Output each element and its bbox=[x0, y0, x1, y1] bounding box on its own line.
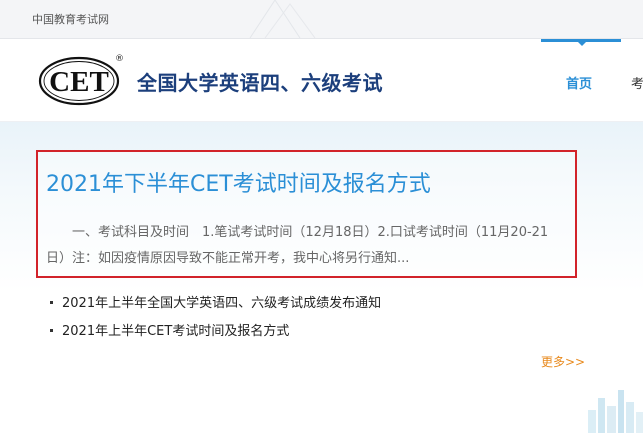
news-item-title[interactable]: 2021年上半年CET考试时间及报名方式 bbox=[62, 324, 289, 339]
decorative-lines bbox=[249, 0, 316, 38]
featured-article-title[interactable]: 2021年下半年CET考试时间及报名方式 bbox=[46, 166, 431, 198]
news-list: 2021年上半年全国大学英语四、六级考试成绩发布通知 2021年上半年CET考试… bbox=[48, 292, 381, 348]
bullet-icon bbox=[50, 329, 53, 332]
logo-text: CET bbox=[49, 66, 109, 98]
nav-active-indicator bbox=[576, 40, 588, 46]
decorative-skyline bbox=[588, 390, 643, 433]
site-name-link[interactable]: 中国教育考试网 bbox=[32, 11, 109, 27]
site-header: CET ® 全国大学英语四、六级考试 首页 考 bbox=[0, 39, 643, 122]
top-bar: 中国教育考试网 bbox=[0, 0, 643, 39]
nav-home-label[interactable]: 首页 bbox=[566, 73, 592, 92]
news-item-title[interactable]: 2021年上半年全国大学英语四、六级考试成绩发布通知 bbox=[62, 296, 381, 311]
nav-next-label[interactable]: 考 bbox=[631, 73, 643, 92]
cet-logo[interactable]: CET bbox=[38, 56, 120, 106]
bullet-icon bbox=[50, 301, 53, 304]
featured-article-summary: 一、考试科目及时间 1.笔试考试时间（12月18日）2.口试考试时间（11月20… bbox=[46, 225, 549, 266]
news-item[interactable]: 2021年上半年全国大学英语四、六级考试成绩发布通知 bbox=[48, 292, 381, 320]
registered-mark: ® bbox=[115, 54, 124, 64]
news-item[interactable]: 2021年上半年CET考试时间及报名方式 bbox=[48, 320, 381, 348]
more-link[interactable]: 更多>> bbox=[541, 353, 585, 370]
site-title: 全国大学英语四、六级考试 bbox=[137, 71, 383, 95]
